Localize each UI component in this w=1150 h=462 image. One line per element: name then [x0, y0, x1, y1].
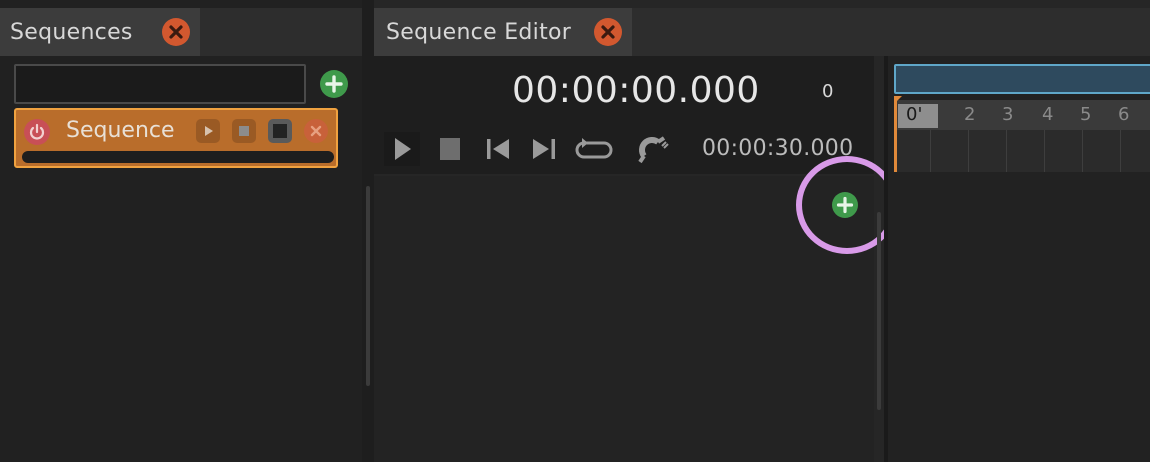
time-range-bar[interactable] — [894, 64, 1150, 94]
sequence-search-input[interactable] — [14, 64, 306, 104]
remove-icon[interactable] — [304, 119, 328, 143]
toggle-icon[interactable] — [268, 119, 292, 143]
tab-sequences[interactable]: Sequences — [0, 8, 200, 56]
grid-line — [930, 130, 931, 172]
sequence-editor-panel: Sequence Editor 00:00:00.000 0 00:00:30.… — [374, 0, 1150, 462]
transport-controls: 00:00:00.000 0 00:00:30.000 — [374, 56, 874, 174]
ruler-label: 2 — [964, 104, 976, 125]
add-sequence-button[interactable] — [320, 70, 348, 98]
next-icon[interactable] — [526, 132, 562, 166]
ruler-label: 4 — [1042, 104, 1054, 125]
sequences-scrollbar[interactable] — [366, 186, 370, 386]
editor-tabbar: Sequence Editor — [374, 8, 1150, 56]
playhead[interactable] — [894, 96, 897, 172]
grid-line — [1120, 130, 1121, 172]
tab-sequences-label: Sequences — [10, 19, 133, 45]
sequence-list-item[interactable]: Sequence — [14, 108, 338, 168]
ruler-label: 6 — [1118, 104, 1130, 125]
stop-icon[interactable] — [432, 132, 468, 166]
timeline-grid[interactable] — [894, 130, 1150, 172]
ruler-label: 0' — [906, 104, 923, 125]
timeline-area: 0' 2 3 4 5 6 — [888, 56, 1150, 462]
tab-sequence-editor-label: Sequence Editor — [386, 19, 572, 45]
sequence-name: Sequence — [66, 118, 175, 143]
sequences-panel: Sequences Sequence — [0, 0, 362, 462]
previous-icon[interactable] — [480, 132, 516, 166]
grid-line — [1082, 130, 1083, 172]
tab-sequence-editor[interactable]: Sequence Editor — [374, 8, 632, 56]
current-frame-display: 0 — [822, 81, 834, 102]
ruler-label: 5 — [1080, 104, 1092, 125]
grid-line — [968, 130, 969, 172]
playhead-handle[interactable] — [894, 96, 902, 104]
track-list-scrollbar[interactable] — [877, 212, 881, 410]
timeline-ruler[interactable]: 0' 2 3 4 5 6 — [894, 100, 1150, 130]
sequences-tabbar: Sequences — [0, 8, 362, 56]
current-time-display: 00:00:00.000 — [512, 70, 760, 111]
timeline-tracks-area — [888, 174, 1150, 462]
ruler-label: 3 — [1002, 104, 1014, 125]
play-icon[interactable] — [196, 119, 220, 143]
close-icon[interactable] — [594, 18, 622, 46]
close-icon[interactable] — [162, 18, 190, 46]
loop-icon[interactable] — [574, 132, 614, 166]
grid-line — [1044, 130, 1045, 172]
snap-magnet-icon[interactable] — [636, 132, 672, 166]
sequence-progress-bar — [22, 151, 334, 163]
total-duration-display: 00:00:30.000 — [702, 136, 854, 161]
power-icon[interactable] — [24, 119, 50, 145]
stop-icon[interactable] — [232, 119, 256, 143]
grid-line — [1006, 130, 1007, 172]
play-icon[interactable] — [384, 132, 420, 166]
highlight-circle — [796, 156, 898, 254]
